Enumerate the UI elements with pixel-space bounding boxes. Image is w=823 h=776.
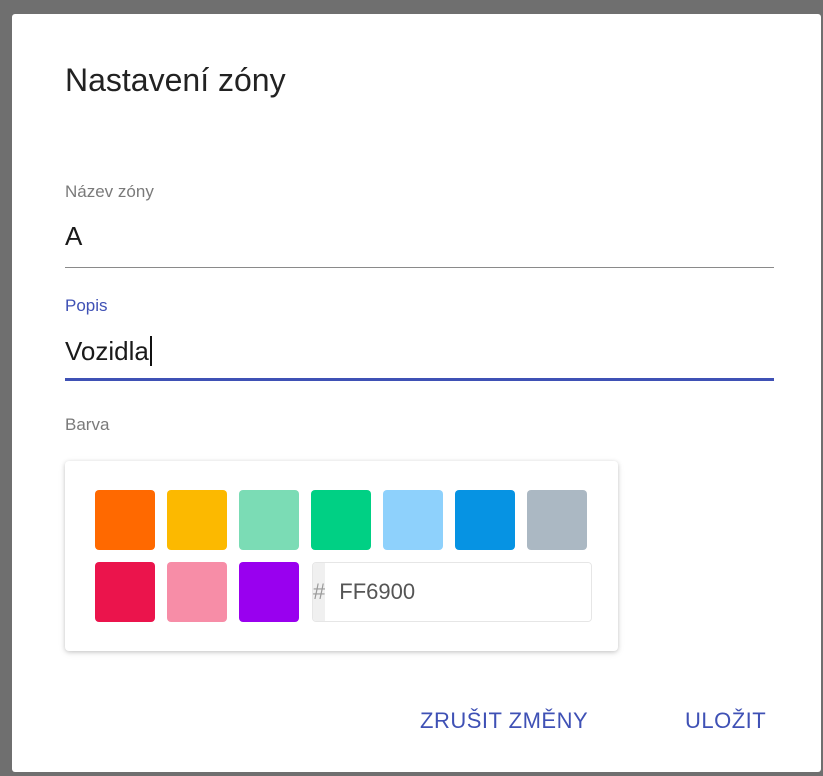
hex-prefix: # [313, 563, 326, 621]
description-label: Popis [65, 296, 108, 315]
color-picker: # [65, 461, 618, 651]
color-swatch-purple[interactable] [239, 562, 299, 622]
color-swatch-light-green[interactable] [239, 490, 299, 550]
text-cursor [149, 336, 152, 366]
save-button[interactable]: ULOŽIT [685, 704, 766, 738]
hex-color-field: # [312, 562, 592, 622]
zone-name-underline [65, 267, 774, 268]
cancel-changes-button[interactable]: ZRUŠIT ZMĚNY [420, 704, 588, 738]
dialog-title: Nastavení zóny [65, 62, 286, 98]
description-input[interactable]: Vozidla [65, 334, 152, 368]
color-swatch-amber[interactable] [167, 490, 227, 550]
color-swatch-orange[interactable] [95, 490, 155, 550]
color-swatch-red[interactable] [95, 562, 155, 622]
color-swatch-blue[interactable] [455, 490, 515, 550]
color-swatch-gray[interactable] [527, 490, 587, 550]
zone-name-input[interactable]: A [65, 219, 82, 253]
zone-name-label: Název zóny [65, 182, 154, 201]
zone-settings-dialog: Nastavení zóny Název zóny A Popis Vozidl… [12, 14, 821, 772]
hex-color-input[interactable] [325, 563, 591, 621]
description-value: Vozidla [65, 335, 149, 366]
description-underline [65, 378, 774, 381]
color-label: Barva [65, 415, 110, 434]
color-swatch-light-blue[interactable] [383, 490, 443, 550]
zone-name-value: A [65, 220, 83, 251]
color-swatch-green[interactable] [311, 490, 371, 550]
color-swatch-pink[interactable] [167, 562, 227, 622]
